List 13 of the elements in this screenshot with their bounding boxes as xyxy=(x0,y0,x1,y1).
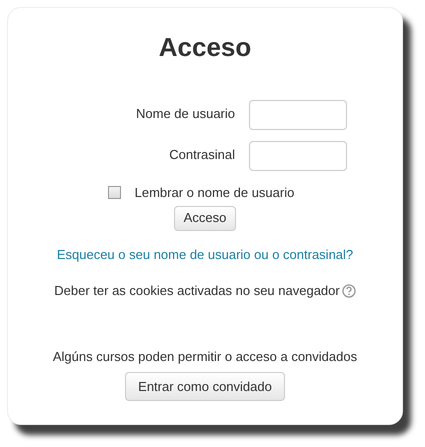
checkbox-label: Lembrar o nome de usuario xyxy=(134,184,294,202)
guest-note: Algúns cursos poden permitir o acceso a convidados xyxy=(52,348,358,366)
forgot-link[interactable]: Esqueceu o seu nome de usuario ou o contrasinal? xyxy=(56,244,354,264)
help-icon[interactable] xyxy=(342,284,356,298)
page-title: Acceso xyxy=(158,32,252,62)
guest-button[interactable]: Entrar como convidado xyxy=(125,372,285,401)
field-label: Contrasinal xyxy=(168,146,236,164)
login-button[interactable]: Acceso xyxy=(174,206,236,230)
text-field[interactable] xyxy=(249,100,347,130)
cookies-note: Deber ter as cookies activadas no seu navegador xyxy=(54,282,340,300)
remember-checkbox[interactable] xyxy=(108,186,121,200)
field-label: Nome de usuario xyxy=(135,105,236,123)
text-field[interactable] xyxy=(249,141,347,171)
